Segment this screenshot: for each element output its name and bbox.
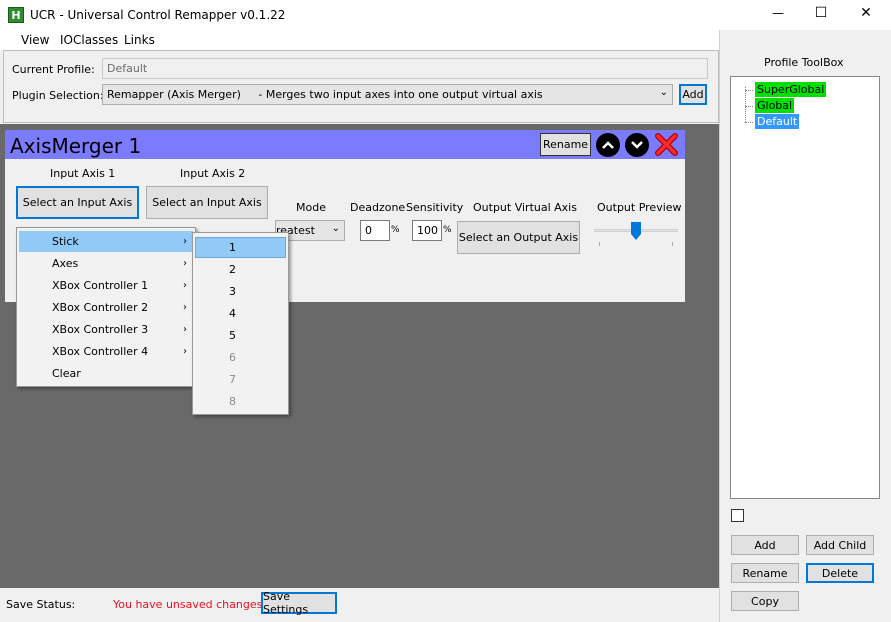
delete-profile-button[interactable]: Delete <box>806 563 874 583</box>
add-child-button[interactable]: Add Child <box>806 535 874 555</box>
save-settings-button[interactable]: Save Settings <box>261 590 337 616</box>
mode-chevron-icon: ⌄ <box>331 223 340 234</box>
profile-tree[interactable]: SuperGlobal Global Default <box>730 76 880 499</box>
menu-item-stick[interactable]: Stick › <box>19 231 193 252</box>
menu-item-label: XBox Controller 1 <box>52 279 149 292</box>
toolbox-title: Profile ToolBox <box>764 56 844 69</box>
minimize-icon[interactable]: — <box>763 6 793 20</box>
menu-item-xbox-4[interactable]: XBox Controller 4 › <box>19 341 193 362</box>
tree-lines <box>745 87 746 122</box>
sensitivity-input[interactable]: 100 <box>412 220 442 241</box>
rename-profile-button[interactable]: Rename <box>731 563 799 583</box>
submenu-arrow-icon: › <box>183 302 187 313</box>
menu-item-label: XBox Controller 4 <box>52 345 149 358</box>
submenu-arrow-icon: › <box>183 324 187 335</box>
menu-item-label: XBox Controller 3 <box>52 323 149 336</box>
mode-header: Mode <box>296 201 326 214</box>
submenu-arrow-icon: › <box>183 258 187 269</box>
slider-tick-right <box>672 242 673 246</box>
submenu-arrow-icon: › <box>183 280 187 291</box>
menu-item-axes[interactable]: Axes › <box>19 253 193 274</box>
tree-item-global[interactable]: Global <box>755 98 795 113</box>
submenu-item-3[interactable]: 3 <box>195 281 286 302</box>
plugin-select[interactable]: Remapper (Axis Merger) - Merges two inpu… <box>102 84 673 105</box>
deadzone-input[interactable]: 0 <box>360 220 390 241</box>
select-output-axis-button[interactable]: Select an Output Axis <box>457 221 580 254</box>
output-preview-header: Output Preview <box>597 201 682 214</box>
rename-plugin-button[interactable]: Rename <box>540 133 591 156</box>
submenu-item-label: 3 <box>229 285 236 298</box>
submenu-item-label: 4 <box>229 307 236 320</box>
submenu-item-8: 8 <box>195 391 286 412</box>
menu-item-xbox-3[interactable]: XBox Controller 3 › <box>19 319 193 340</box>
submenu-item-label: 8 <box>229 395 236 408</box>
menu-item-label: Axes <box>52 257 79 270</box>
input-axis-1-header: Input Axis 1 <box>50 167 116 180</box>
submenu-item-label: 1 <box>229 241 236 254</box>
menu-item-label: XBox Controller 2 <box>52 301 149 314</box>
stick-submenu: 1 2 3 4 5 6 7 8 <box>192 232 289 415</box>
menu-links[interactable]: Links <box>124 33 155 47</box>
sensitivity-unit: % <box>443 225 452 235</box>
menu-item-xbox-2[interactable]: XBox Controller 2 › <box>19 297 193 318</box>
tree-branch <box>745 106 753 107</box>
maximize-icon[interactable]: ☐ <box>806 5 836 21</box>
slider-thumb <box>631 222 641 240</box>
tree-branch <box>745 122 753 123</box>
status-bar <box>0 588 719 622</box>
copy-profile-button[interactable]: Copy <box>731 591 799 611</box>
current-profile-field: Default <box>102 58 708 79</box>
menu-view[interactable]: View <box>21 33 49 47</box>
slider-tick-left <box>599 242 600 246</box>
submenu-arrow-icon: › <box>183 346 187 357</box>
move-up-icon[interactable] <box>596 133 620 157</box>
menu-item-clear[interactable]: Clear <box>19 363 193 384</box>
plugin-select-value: Remapper (Axis Merger) - Merges two inpu… <box>107 88 543 101</box>
close-window-icon[interactable]: ✕ <box>851 5 881 21</box>
submenu-item-7: 7 <box>195 369 286 390</box>
plugin-selection-label: Plugin Selection: <box>12 89 104 102</box>
submenu-item-label: 5 <box>229 329 236 342</box>
app-icon: H <box>8 7 24 23</box>
menu-item-label: Clear <box>52 367 81 380</box>
input-axis-menu: Stick › Axes › XBox Controller 1 › XBox Con… <box>16 227 196 387</box>
deadzone-header: Deadzone <box>350 201 406 214</box>
add-plugin-button[interactable]: Add <box>679 84 707 105</box>
plugin-title: AxisMerger 1 <box>10 134 142 158</box>
output-preview-slider <box>594 218 678 248</box>
output-virtual-axis-header: Output Virtual Axis <box>473 201 577 214</box>
submenu-item-6: 6 <box>195 347 286 368</box>
close-plugin-icon[interactable] <box>654 132 679 157</box>
deadzone-unit: % <box>391 225 400 235</box>
tree-item-default[interactable]: Default <box>755 114 800 129</box>
submenu-item-1[interactable]: 1 <box>195 237 286 258</box>
window-title: UCR - Universal Control Remapper v0.1.22 <box>30 8 286 22</box>
submenu-item-label: 2 <box>229 263 236 276</box>
current-profile-label: Current Profile: <box>12 63 95 76</box>
input-axis-2-header: Input Axis 2 <box>180 167 246 180</box>
toolbox-checkbox[interactable] <box>731 509 744 522</box>
select-input-axis-2-button[interactable]: Select an Input Axis <box>146 186 268 219</box>
submenu-item-4[interactable]: 4 <box>195 303 286 324</box>
menu-item-label: Stick <box>52 235 79 248</box>
menu-item-xbox-1[interactable]: XBox Controller 1 › <box>19 275 193 296</box>
tree-item-superglobal[interactable]: SuperGlobal <box>755 82 827 97</box>
unsaved-changes-message: You have unsaved changes <box>113 598 263 611</box>
select-input-axis-1-button[interactable]: Select an Input Axis <box>16 186 139 219</box>
save-status-label: Save Status: <box>6 598 76 611</box>
submenu-item-label: 7 <box>229 373 236 386</box>
submenu-item-5[interactable]: 5 <box>195 325 286 346</box>
move-down-icon[interactable] <box>625 133 649 157</box>
submenu-item-2[interactable]: 2 <box>195 259 286 280</box>
menu-ioclasses[interactable]: IOClasses <box>60 33 118 47</box>
tree-branch <box>745 90 753 91</box>
chevron-down-icon: ⌄ <box>659 87 668 98</box>
add-profile-button[interactable]: Add <box>731 535 799 555</box>
sensitivity-header: Sensitivity <box>406 201 464 214</box>
submenu-arrow-icon: › <box>183 236 187 247</box>
submenu-item-label: 6 <box>229 351 236 364</box>
